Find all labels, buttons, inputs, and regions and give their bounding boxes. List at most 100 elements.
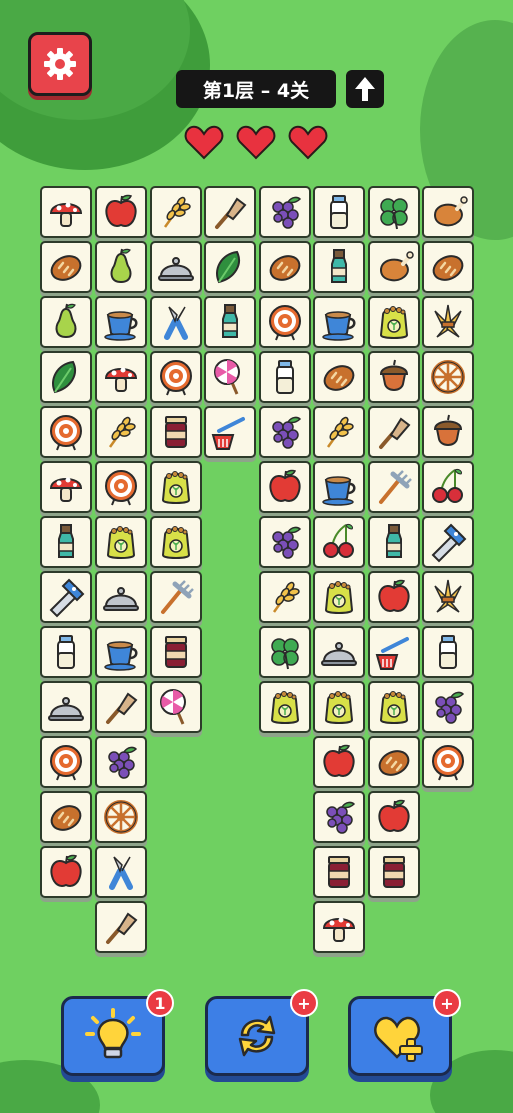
tile-grapes[interactable] [313, 791, 365, 843]
tile-rake[interactable] [368, 461, 420, 513]
tile-hay[interactable] [422, 571, 474, 623]
tile-bottle[interactable] [40, 516, 92, 568]
tile-milk[interactable] [313, 186, 365, 238]
tile-cup[interactable] [313, 461, 365, 513]
tile-pear[interactable] [40, 296, 92, 348]
tile-bread[interactable] [40, 791, 92, 843]
tile-seedbag[interactable] [368, 296, 420, 348]
tile-seedbag[interactable] [313, 681, 365, 733]
tile-scoop[interactable] [95, 681, 147, 733]
heart-icon [184, 125, 224, 160]
clover-icon [271, 638, 299, 670]
tile-cloche[interactable] [95, 571, 147, 623]
tile-grapes[interactable] [259, 406, 311, 458]
tile-seedbag[interactable] [150, 516, 202, 568]
tile-seedbag[interactable] [259, 681, 311, 733]
tile-bread[interactable] [368, 736, 420, 788]
tile-apple[interactable] [95, 186, 147, 238]
tile-scoop[interactable] [204, 186, 256, 238]
tile-apple[interactable] [259, 461, 311, 513]
tile-clover[interactable] [368, 186, 420, 238]
tile-bread[interactable] [313, 351, 365, 403]
tile-spinach[interactable] [204, 241, 256, 293]
tile-pruner[interactable] [95, 846, 147, 898]
tile-jam[interactable] [150, 626, 202, 678]
tile-scoop[interactable] [95, 901, 147, 953]
tile-bread[interactable] [259, 241, 311, 293]
tile-grapes[interactable] [259, 516, 311, 568]
tile-mushroom[interactable] [40, 461, 92, 513]
tile-wheat[interactable] [95, 406, 147, 458]
tile-pear[interactable] [95, 241, 147, 293]
tile-jam[interactable] [150, 406, 202, 458]
tile-seedbag[interactable] [368, 681, 420, 733]
seedbag-icon [270, 691, 300, 724]
tile-cherry[interactable] [313, 516, 365, 568]
tile-saw[interactable] [422, 516, 474, 568]
tile-seedbag[interactable] [150, 461, 202, 513]
extra-life-button[interactable]: + [348, 989, 461, 1076]
tile-jam[interactable] [368, 846, 420, 898]
tile-wheel[interactable] [95, 791, 147, 843]
tile-bottle[interactable] [204, 296, 256, 348]
tile-cherry[interactable] [422, 461, 474, 513]
tile-apple[interactable] [368, 571, 420, 623]
tile-scoop[interactable] [368, 406, 420, 458]
tile-clover[interactable] [259, 626, 311, 678]
lollipop-icon [214, 359, 240, 395]
tile-bread[interactable] [422, 241, 474, 293]
tile-target[interactable] [150, 351, 202, 403]
shuffle-button[interactable]: + [205, 989, 318, 1076]
tile-pruner[interactable] [150, 296, 202, 348]
tile-seedbag[interactable] [95, 516, 147, 568]
tile-milk[interactable] [259, 351, 311, 403]
tile-grapes[interactable] [95, 736, 147, 788]
tile-grapes[interactable] [259, 186, 311, 238]
tile-milk[interactable] [40, 626, 92, 678]
settings-button[interactable] [28, 32, 92, 96]
tile-saw[interactable] [40, 571, 92, 623]
tile-grapes[interactable] [422, 681, 474, 733]
tile-apple[interactable] [368, 791, 420, 843]
tile-mushroom[interactable] [313, 901, 365, 953]
tile-lollipop[interactable] [204, 351, 256, 403]
tile-rake[interactable] [150, 571, 202, 623]
tile-chicken[interactable] [368, 241, 420, 293]
tile-chicken[interactable] [422, 186, 474, 238]
tile-bottle[interactable] [313, 241, 365, 293]
tile-mushroom[interactable] [95, 351, 147, 403]
tile-cloche[interactable] [40, 681, 92, 733]
tile-mushroom[interactable] [40, 186, 92, 238]
tile-dustpan[interactable] [368, 626, 420, 678]
chicken-icon [379, 251, 414, 282]
tile-target[interactable] [40, 406, 92, 458]
tile-acorn[interactable] [422, 406, 474, 458]
tile-jam[interactable] [313, 846, 365, 898]
tile-target[interactable] [422, 736, 474, 788]
tile-cup[interactable] [95, 296, 147, 348]
tile-milk[interactable] [422, 626, 474, 678]
tile-wheat[interactable] [259, 571, 311, 623]
tile-spinach[interactable] [40, 351, 92, 403]
tile-dustpan[interactable] [204, 406, 256, 458]
tile-cloche[interactable] [150, 241, 202, 293]
hint-button[interactable]: 1 [61, 989, 174, 1076]
tile-wheel[interactable] [422, 351, 474, 403]
tile-cup[interactable] [95, 626, 147, 678]
tile-wheat[interactable] [313, 406, 365, 458]
tile-wheat[interactable] [150, 186, 202, 238]
tile-bottle[interactable] [368, 516, 420, 568]
tile-hay[interactable] [422, 296, 474, 348]
tile-bread[interactable] [40, 241, 92, 293]
tile-lollipop[interactable] [150, 681, 202, 733]
tile-seedbag[interactable] [313, 571, 365, 623]
tile-target[interactable] [95, 461, 147, 513]
up-arrow-button[interactable] [346, 70, 384, 108]
tile-apple[interactable] [313, 736, 365, 788]
tile-target[interactable] [259, 296, 311, 348]
tile-cloche[interactable] [313, 626, 365, 678]
tile-target[interactable] [40, 736, 92, 788]
tile-acorn[interactable] [368, 351, 420, 403]
tile-apple[interactable] [40, 846, 92, 898]
tile-cup[interactable] [313, 296, 365, 348]
